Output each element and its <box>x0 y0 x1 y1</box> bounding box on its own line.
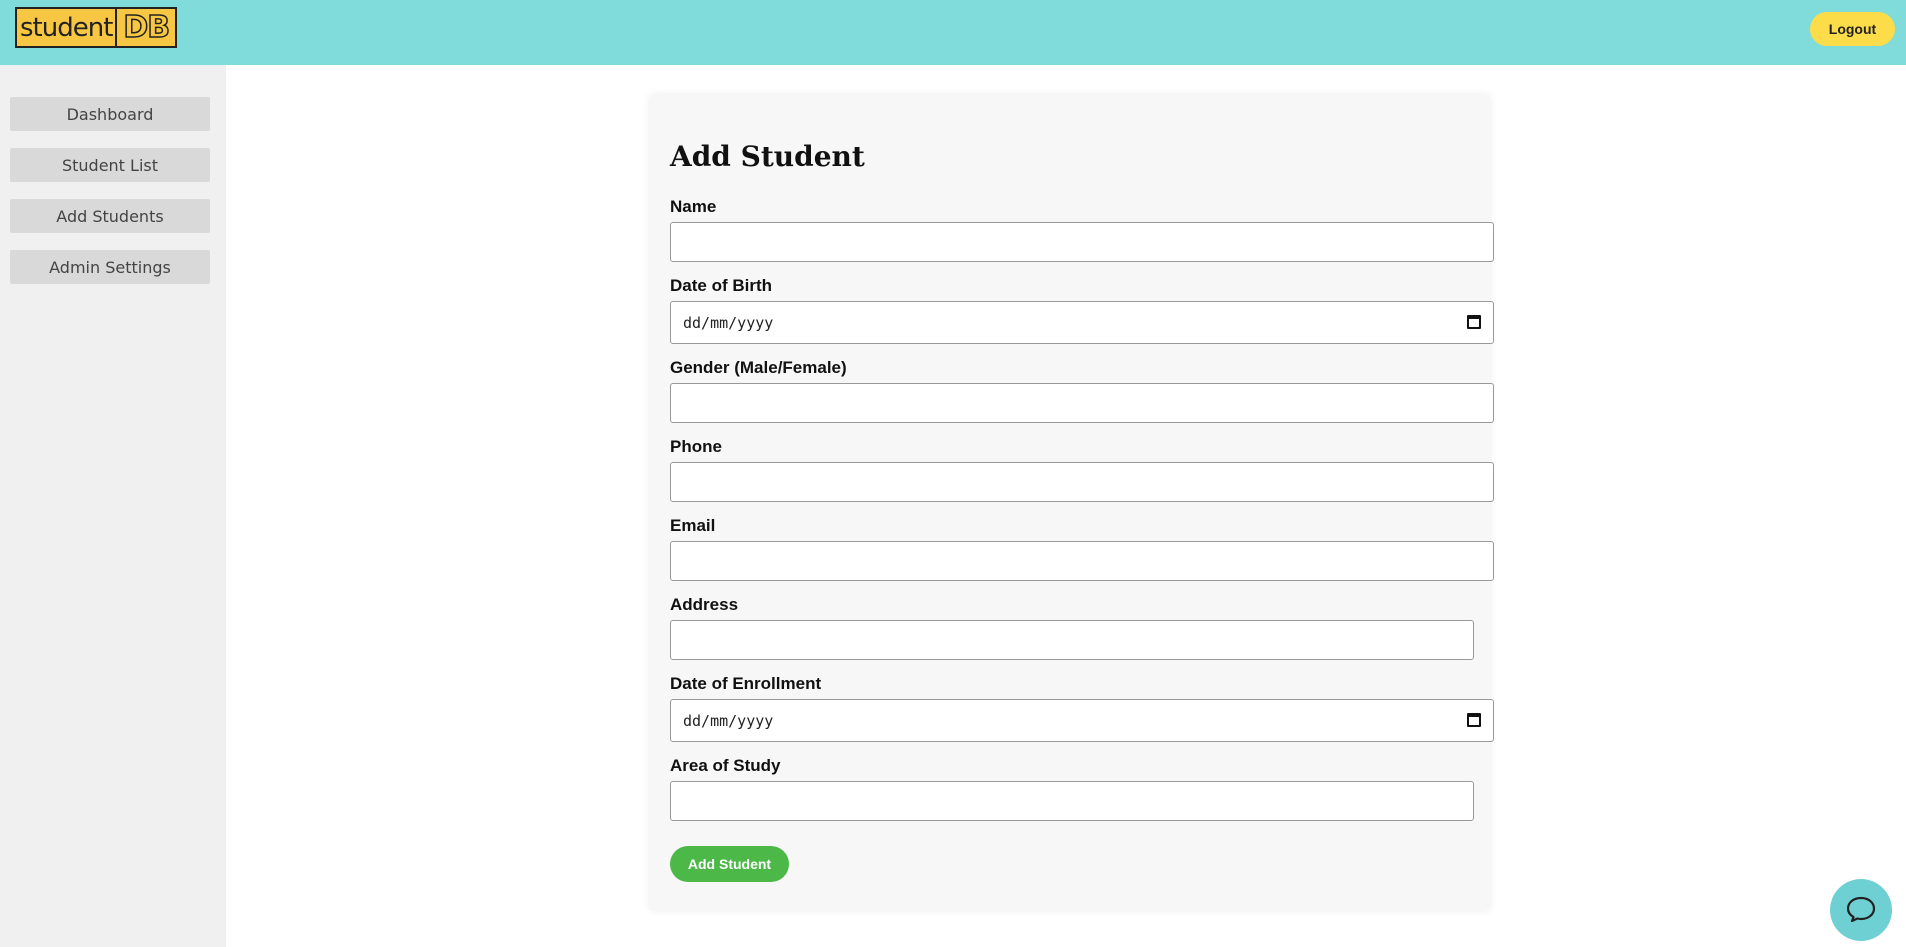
student-db-logo[interactable]: student DB <box>15 7 178 48</box>
area-of-study-field[interactable] <box>670 781 1474 821</box>
logo-text-student: student <box>17 9 118 46</box>
name-label: Name <box>670 197 717 216</box>
phone-label: Phone <box>670 437 722 456</box>
sidebar-item-student-list[interactable]: Student List <box>10 148 210 182</box>
dob-field[interactable]: dd/mm/yyyy <box>670 301 1494 344</box>
dob-placeholder: dd/mm/yyyy <box>683 313 774 332</box>
sidebar-item-dashboard[interactable]: Dashboard <box>10 97 210 131</box>
dob-label: Date of Birth <box>670 276 772 295</box>
address-field[interactable] <box>670 620 1474 660</box>
sidebar-item-add-students[interactable]: Add Students <box>10 199 210 233</box>
area-of-study-label: Area of Study <box>670 756 781 775</box>
chat-button[interactable] <box>1830 879 1892 941</box>
email-field[interactable] <box>670 541 1494 581</box>
address-label: Address <box>670 595 739 614</box>
top-header: student DB Logout <box>0 0 1906 65</box>
calendar-icon[interactable] <box>1467 315 1481 329</box>
enrollment-date-label: Date of Enrollment <box>670 674 822 693</box>
enrollment-date-field[interactable]: dd/mm/yyyy <box>670 699 1494 742</box>
calendar-icon[interactable] <box>1467 713 1481 727</box>
page-title: Add Student <box>670 140 865 173</box>
enrollment-date-placeholder: dd/mm/yyyy <box>683 711 774 730</box>
email-label: Email <box>670 516 716 535</box>
sidebar-item-admin-settings[interactable]: Admin Settings <box>10 250 210 284</box>
chat-icon <box>1846 896 1876 922</box>
name-field[interactable] <box>670 222 1494 262</box>
sidebar: Dashboard Student List Add Students Admi… <box>0 65 226 947</box>
gender-label: Gender (Male/Female) <box>670 358 847 377</box>
add-student-button[interactable]: Add Student <box>670 846 789 882</box>
gender-field[interactable] <box>670 383 1494 423</box>
phone-field[interactable] <box>670 462 1494 502</box>
logo-text-db: DB <box>117 9 176 46</box>
logout-button[interactable]: Logout <box>1810 12 1895 46</box>
